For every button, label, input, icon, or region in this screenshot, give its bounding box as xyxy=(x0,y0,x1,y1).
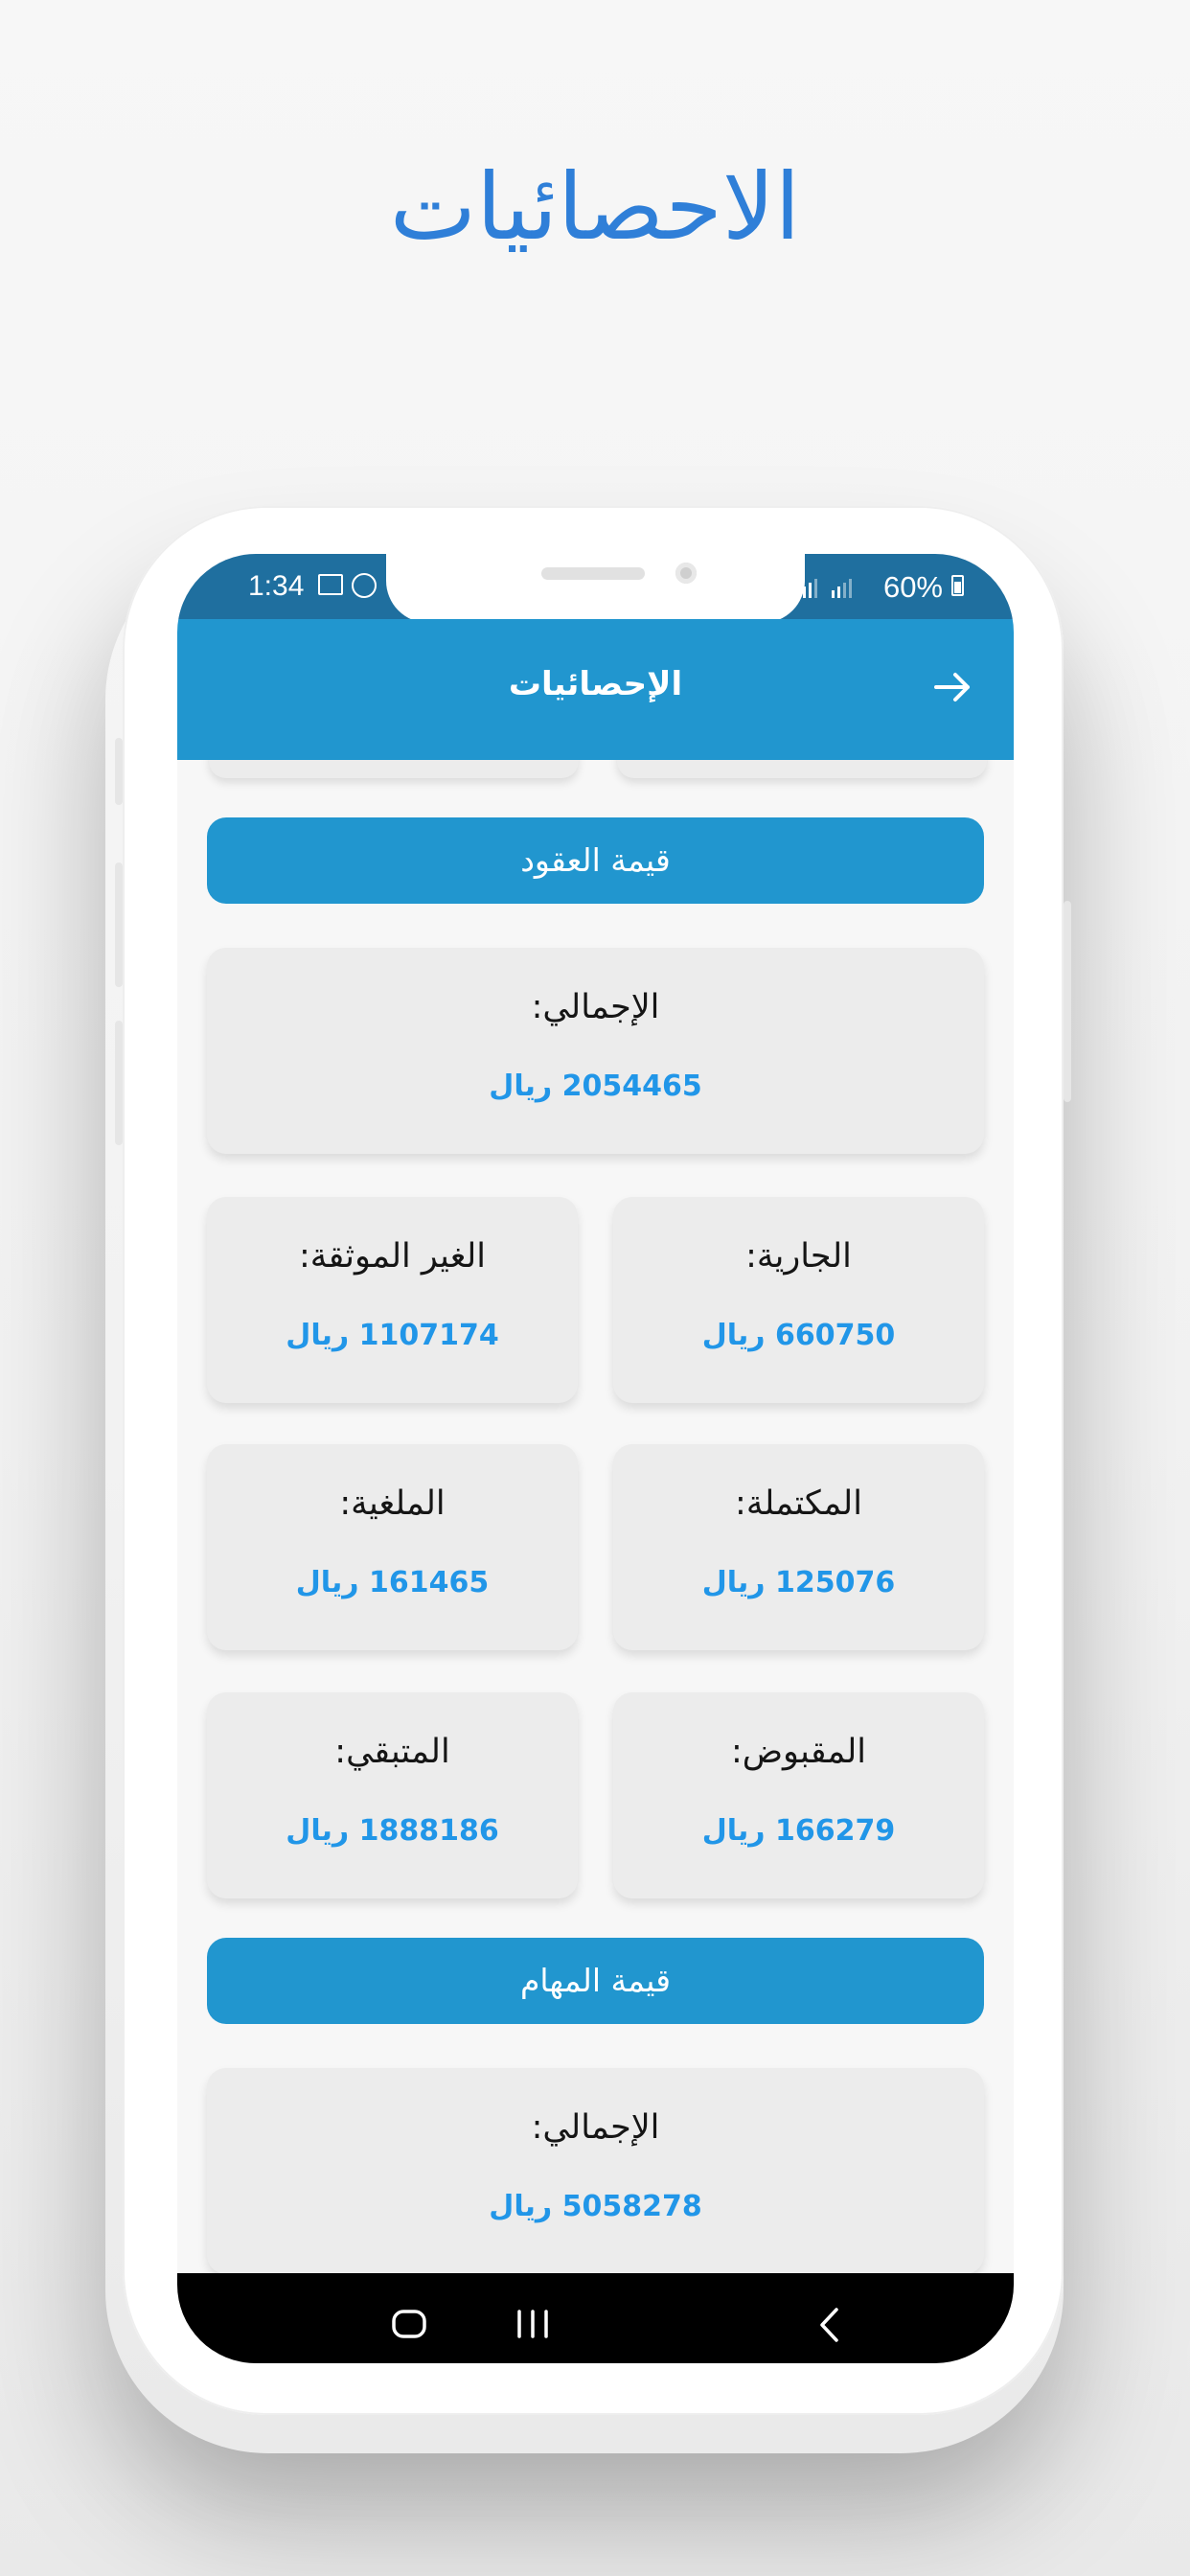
card-value: 166279 ريال xyxy=(701,1814,896,1848)
card-label: المكتملة: xyxy=(735,1484,862,1523)
card-value: 660750 ريال xyxy=(701,1319,896,1352)
contracts-value-header: قيمة العقود xyxy=(207,817,984,904)
unverified-contracts-card: الغير الموثقة: 1107174 ريال xyxy=(207,1197,578,1403)
card-value: 161465 ريال xyxy=(295,1566,490,1599)
phone-side-button xyxy=(1064,901,1071,1102)
tasks-value-header: قيمة المهام xyxy=(207,1938,984,2024)
app-bar: الإحصائيات xyxy=(177,619,1014,760)
phone-screen: 1:34 60% الإحصائيات قيمة العقود الإجمالي… xyxy=(177,554,1014,2363)
card-label: الجارية: xyxy=(745,1237,852,1276)
partially-visible-card xyxy=(617,760,987,778)
battery-percentage: 60% xyxy=(882,570,943,604)
partially-visible-card xyxy=(209,760,579,778)
battery-icon xyxy=(951,575,964,596)
card-value: 1888186 ريال xyxy=(286,1814,499,1848)
android-navigation-bar xyxy=(177,2273,1014,2363)
card-label: الملغية: xyxy=(339,1484,446,1523)
back-icon[interactable] xyxy=(813,2307,844,2343)
remaining-amount-card: المتبقي: 1888186 ريال xyxy=(207,1692,578,1898)
phone-side-button xyxy=(115,738,123,805)
card-label: الإجمالي: xyxy=(531,2108,660,2147)
card-value: 1107174 ريال xyxy=(286,1319,499,1352)
card-label: المقبوض: xyxy=(730,1733,867,1771)
home-icon[interactable] xyxy=(391,2309,427,2339)
signal-icon xyxy=(832,579,852,598)
cancelled-contracts-card: الملغية: 161465 ريال xyxy=(207,1444,578,1650)
status-time: 1:34 xyxy=(248,570,305,602)
front-camera xyxy=(675,563,697,584)
status-bar: 1:34 60% xyxy=(177,554,1014,623)
recent-apps-icon[interactable] xyxy=(515,2309,551,2339)
card-value: 5058278 ريال xyxy=(489,2190,702,2223)
current-contracts-card: الجارية: 660750 ريال xyxy=(613,1197,984,1403)
received-amount-card: المقبوض: 166279 ريال xyxy=(613,1692,984,1898)
completed-contracts-card: المكتملة: 125076 ريال xyxy=(613,1444,984,1650)
page-title: الإحصائيات xyxy=(508,665,683,703)
card-value: 2054465 ريال xyxy=(489,1070,702,1103)
contracts-total-card: الإجمالي: 2054465 ريال xyxy=(207,948,984,1154)
tasks-total-card: الإجمالي: 5058278 ريال xyxy=(207,2068,984,2273)
marketing-title: الاحصائيات xyxy=(389,153,801,261)
arrow-right-icon[interactable] xyxy=(931,668,975,706)
statistics-content[interactable]: قيمة العقود الإجمالي: 2054465 ريال الجار… xyxy=(177,760,1014,2273)
phone-side-button xyxy=(115,862,123,987)
card-label: الغير الموثقة: xyxy=(299,1237,486,1276)
camera-notch xyxy=(386,554,805,623)
card-value: 125076 ريال xyxy=(701,1566,896,1599)
phone-side-button xyxy=(115,1021,123,1145)
app-notification-icon xyxy=(352,573,377,598)
card-label: المتبقي: xyxy=(334,1733,450,1771)
earpiece-speaker xyxy=(541,567,645,580)
card-label: الإجمالي: xyxy=(531,988,660,1026)
gallery-icon xyxy=(318,574,343,595)
